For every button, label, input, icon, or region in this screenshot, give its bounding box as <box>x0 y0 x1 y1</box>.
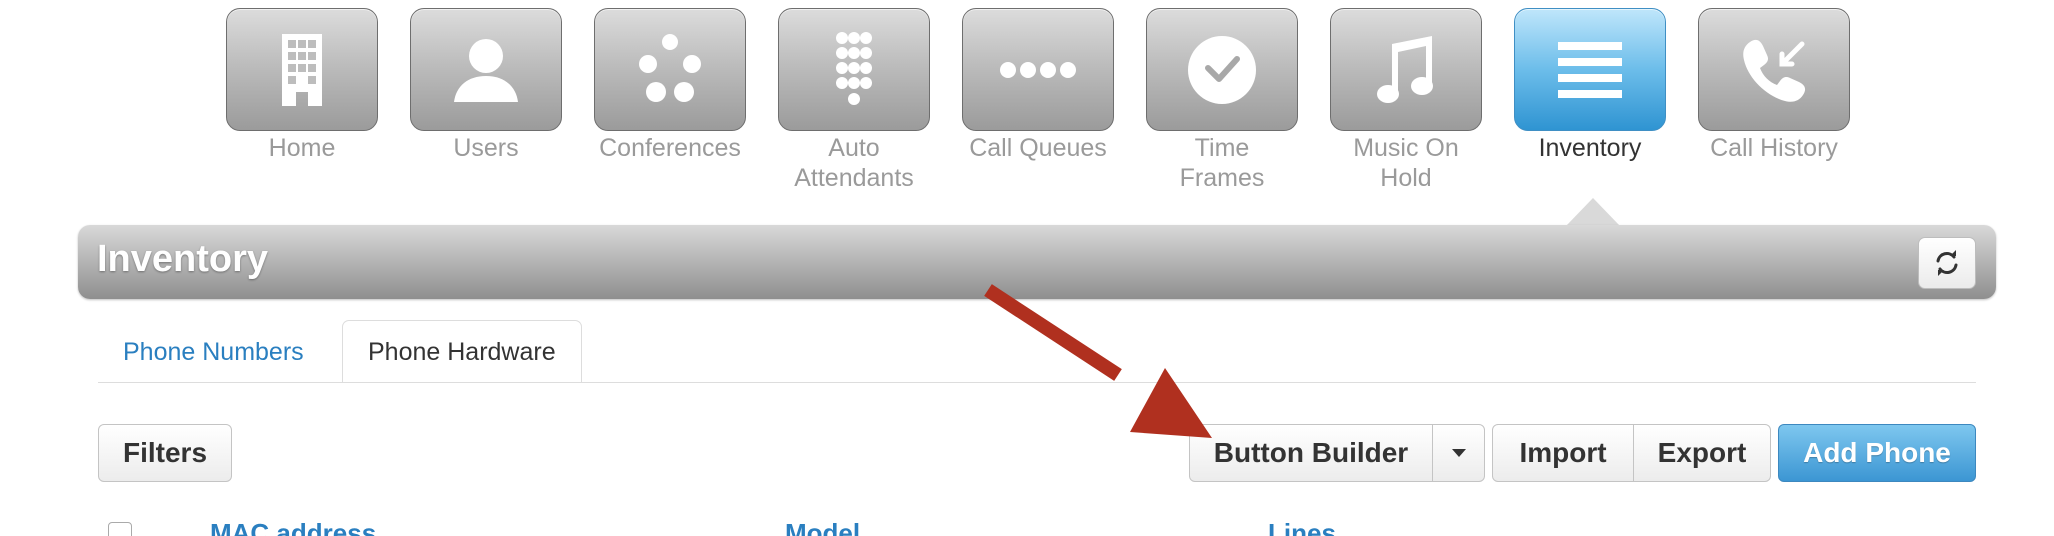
button-builder-button[interactable]: Button Builder <box>1189 424 1433 482</box>
nav-label-music-on-hold: Music On Hold <box>1353 134 1459 192</box>
call-history-icon <box>1743 39 1806 102</box>
nav-label-users: Users <box>453 134 519 162</box>
annotation-arrow-shaft <box>984 284 1122 381</box>
tab-phone-numbers[interactable]: Phone Numbers <box>98 320 329 385</box>
nav-tile-conferences <box>594 8 746 131</box>
music-note-icon <box>1377 35 1433 103</box>
refresh-button[interactable] <box>1918 237 1976 289</box>
nav-label-call-history: Call History <box>1710 134 1838 162</box>
user-icon <box>454 38 518 102</box>
add-phone-button[interactable]: Add Phone <box>1778 424 1976 482</box>
nav-item-call-history[interactable]: Call History <box>1698 8 1850 193</box>
active-nav-pointer <box>1566 198 1620 226</box>
top-nav: Home Users Conferences Auto Attendants C… <box>226 8 1850 193</box>
nav-tile-call-queues <box>962 8 1114 131</box>
nav-tile-users <box>410 8 562 131</box>
import-button[interactable]: Import <box>1492 424 1634 482</box>
building-icon <box>282 33 322 106</box>
nav-item-inventory[interactable]: Inventory <box>1514 8 1666 193</box>
nav-item-time-frames[interactable]: Time Frames <box>1146 8 1298 193</box>
nav-label-call-queues: Call Queues <box>969 134 1107 162</box>
nav-item-auto-attendants[interactable]: Auto Attendants <box>778 8 930 193</box>
keypad-icon <box>836 31 872 105</box>
export-button[interactable]: Export <box>1633 424 1771 482</box>
nav-item-call-queues[interactable]: Call Queues <box>962 8 1114 193</box>
nav-item-home[interactable]: Home <box>226 8 378 193</box>
tab-phone-hardware[interactable]: Phone Hardware <box>342 320 582 382</box>
nav-label-time-frames: Time Frames <box>1179 134 1265 192</box>
column-header-model[interactable]: Model <box>785 518 860 536</box>
nav-label-inventory: Inventory <box>1538 134 1642 162</box>
conference-icon <box>639 33 701 102</box>
clock-icon <box>1188 35 1256 104</box>
nav-item-conferences[interactable]: Conferences <box>594 8 746 193</box>
refresh-icon <box>1936 250 1958 276</box>
nav-label-conferences: Conferences <box>599 134 741 162</box>
nav-tile-music-on-hold <box>1330 8 1482 131</box>
nav-tile-inventory <box>1514 8 1666 131</box>
caret-down-icon <box>1451 449 1466 457</box>
nav-tile-auto-attendants <box>778 8 930 131</box>
list-icon <box>1558 41 1622 98</box>
panel-header: Inventory <box>78 225 1996 299</box>
nav-label-home: Home <box>268 134 336 162</box>
queue-dots-icon <box>1000 61 1076 78</box>
column-header-lines[interactable]: Lines <box>1268 518 1336 536</box>
nav-label-auto-attendants: Auto Attendants <box>794 134 914 192</box>
page-title: Inventory <box>97 238 269 280</box>
nav-tile-time-frames <box>1146 8 1298 131</box>
filters-button[interactable]: Filters <box>98 424 232 482</box>
nav-tile-call-history <box>1698 8 1850 131</box>
select-all-checkbox[interactable] <box>108 522 132 536</box>
button-builder-dropdown-toggle[interactable] <box>1432 424 1485 482</box>
nav-tile-home <box>226 8 378 131</box>
column-header-mac-address[interactable]: MAC address <box>210 518 376 536</box>
nav-item-music-on-hold[interactable]: Music On Hold <box>1330 8 1482 193</box>
nav-item-users[interactable]: Users <box>410 8 562 193</box>
